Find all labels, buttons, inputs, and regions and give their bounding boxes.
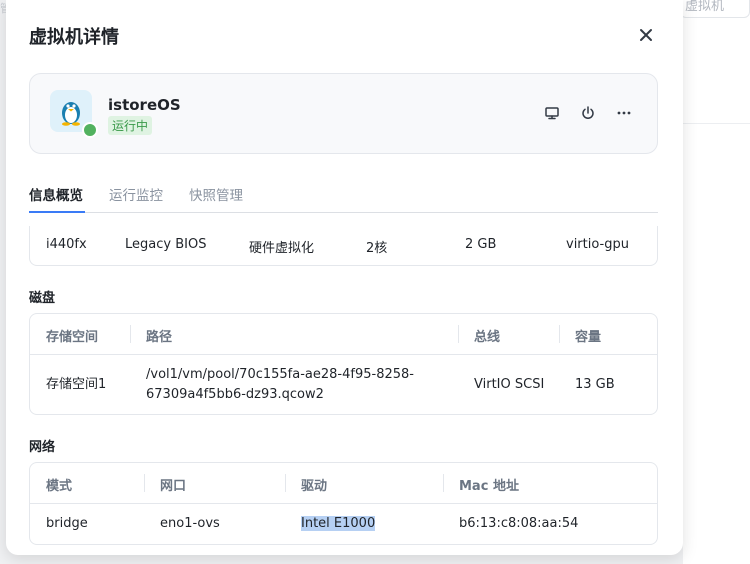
network-header-mac: Mac 地址 bbox=[459, 479, 519, 494]
disk-path-line: /vol1/vm/pool/70c155fa-ae28-4f95-8258- bbox=[146, 367, 414, 382]
active-tab-indicator bbox=[29, 211, 85, 213]
disk-path-cell: /vol1/vm/pool/70c155fa-ae28-4f95-8258- 6… bbox=[146, 365, 414, 405]
column-divider bbox=[144, 474, 145, 492]
column-divider bbox=[130, 325, 131, 343]
close-icon bbox=[640, 29, 652, 41]
hardware-info-row: i440fx Legacy BIOS 硬件虚拟化 2核 2 GB virtio-… bbox=[29, 226, 658, 266]
tab-overview[interactable]: 信息概览 bbox=[29, 184, 83, 204]
more-options-button[interactable] bbox=[614, 103, 634, 123]
virtualization-value: 硬件虚拟化 bbox=[249, 241, 315, 256]
network-driver-cell: Intel E1000 bbox=[301, 514, 376, 534]
more-horizontal-icon bbox=[617, 111, 631, 115]
memory-value: 2 GB bbox=[465, 237, 497, 252]
disk-table-header: 存储空间 路径 总线 容量 bbox=[30, 314, 657, 355]
disk-header-storage: 存储空间 bbox=[46, 330, 99, 345]
modal-title: 虚拟机详情 bbox=[29, 27, 119, 48]
running-status-dot bbox=[82, 122, 98, 138]
disk-header-path: 路径 bbox=[146, 330, 173, 345]
disk-size-cell: 13 GB bbox=[575, 377, 615, 392]
vm-summary-card: istoreOS 运行中 bbox=[29, 73, 658, 154]
chipset-value: i440fx bbox=[46, 237, 87, 252]
network-table-header: 模式 网口 驱动 Mac 地址 bbox=[30, 463, 657, 504]
column-divider bbox=[443, 474, 444, 492]
detail-tabs: 信息概览 运行监控 快照管理 bbox=[29, 183, 658, 213]
disk-section-title: 磁盘 bbox=[29, 291, 56, 306]
background-divider bbox=[683, 123, 750, 124]
tab-snapshots[interactable]: 快照管理 bbox=[189, 184, 243, 204]
power-icon bbox=[582, 106, 594, 120]
monitor-icon bbox=[545, 107, 559, 120]
tab-monitoring[interactable]: 运行监控 bbox=[109, 184, 163, 204]
disk-header-bus: 总线 bbox=[474, 330, 501, 345]
column-divider bbox=[559, 325, 560, 343]
disk-header-size: 容量 bbox=[575, 330, 602, 345]
console-button[interactable] bbox=[542, 103, 562, 123]
background-vm-button[interactable]: 虚拟机 bbox=[680, 0, 750, 18]
firmware-value: Legacy BIOS bbox=[125, 237, 207, 252]
background-page bbox=[683, 0, 750, 564]
column-divider bbox=[285, 474, 286, 492]
network-mode-cell: bridge bbox=[46, 516, 88, 531]
power-button[interactable] bbox=[578, 103, 598, 123]
close-button[interactable] bbox=[636, 25, 656, 45]
disk-table: 存储空间 路径 总线 容量 存储空间1 /vol1/vm/pool/70c155… bbox=[29, 313, 658, 415]
network-header-mode: 模式 bbox=[46, 479, 73, 494]
vm-status-badge: 运行中 bbox=[108, 116, 153, 135]
disk-storage-cell: 存储空间1 bbox=[46, 377, 107, 392]
disk-bus-cell: VirtIO SCSI bbox=[474, 377, 545, 392]
column-divider bbox=[458, 325, 459, 343]
network-header-port: 网口 bbox=[160, 479, 187, 494]
network-mac-cell: b6:13:c8:08:aa:54 bbox=[459, 516, 579, 531]
network-section-title: 网络 bbox=[29, 440, 56, 455]
disk-path-line: 67309a4f5bb6-dz93.qcow2 bbox=[146, 387, 324, 402]
vm-detail-modal: 虚拟机详情 istoreOS 运行中 信息概览 运行监控 快照管理 i440fx… bbox=[6, 0, 683, 555]
linux-penguin-icon bbox=[62, 102, 80, 126]
network-table: 模式 网口 驱动 Mac 地址 bridge eno1-ovs Intel E1… bbox=[29, 462, 658, 545]
cpu-cores-value: 2核 bbox=[366, 241, 388, 256]
vm-name: istoreOS bbox=[108, 96, 181, 114]
network-port-cell: eno1-ovs bbox=[160, 516, 220, 531]
network-header-driver: 驱动 bbox=[301, 479, 328, 494]
selected-text: Intel E1000 bbox=[301, 516, 376, 531]
display-value: virtio-gpu bbox=[566, 237, 629, 252]
